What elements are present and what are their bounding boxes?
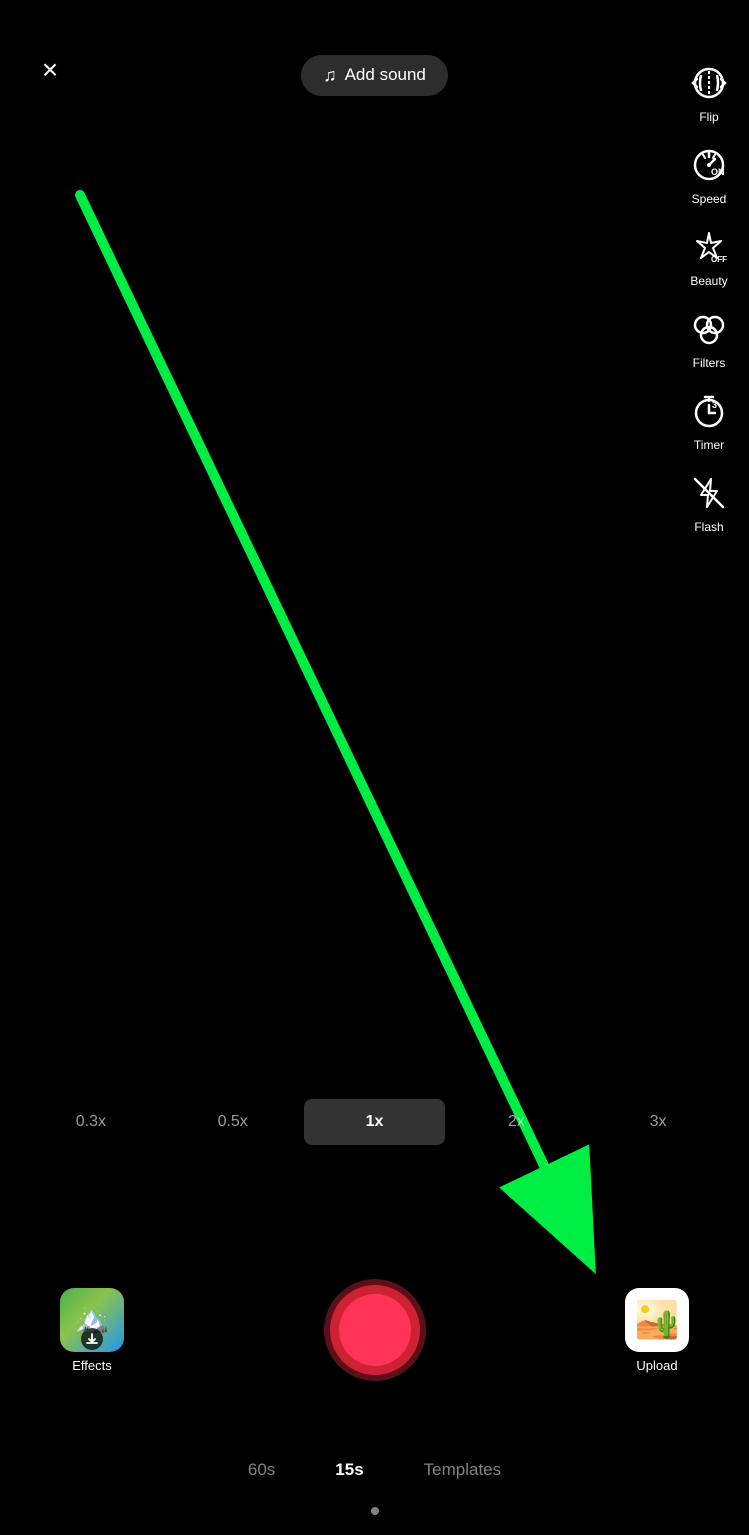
- filters-label: Filters: [693, 356, 726, 370]
- effects-button[interactable]: Effects: [60, 1288, 124, 1373]
- close-button[interactable]: ×: [30, 50, 70, 90]
- upload-label: Upload: [636, 1358, 677, 1373]
- add-sound-label: Add sound: [345, 65, 426, 85]
- speed-icon: ON: [686, 142, 732, 188]
- speed-label: Speed: [692, 192, 727, 206]
- flash-tool[interactable]: Flash: [679, 470, 739, 534]
- filters-icon: [686, 306, 732, 352]
- flip-tool[interactable]: Flip: [679, 60, 739, 124]
- timer-tool[interactable]: 3 Timer: [679, 388, 739, 452]
- filters-tool[interactable]: Filters: [679, 306, 739, 370]
- beauty-icon: OFF: [686, 224, 732, 270]
- add-sound-button[interactable]: ♫ Add sound: [301, 55, 448, 96]
- beauty-tool[interactable]: OFF Beauty: [679, 224, 739, 288]
- tab-60s[interactable]: 60s: [248, 1460, 275, 1480]
- beauty-label: Beauty: [690, 274, 727, 288]
- speed-3x[interactable]: 3x: [587, 1099, 729, 1145]
- flip-label: Flip: [699, 110, 718, 124]
- effects-label: Effects: [72, 1358, 112, 1373]
- music-icon: ♫: [323, 65, 337, 86]
- svg-text:ON: ON: [711, 167, 725, 177]
- bottom-indicator: [371, 1507, 379, 1515]
- flash-icon: [686, 470, 732, 516]
- speed-selector: 0.3x 0.5x 1x 2x 3x: [0, 1099, 749, 1145]
- record-button-inner: [339, 1294, 411, 1366]
- record-button[interactable]: [330, 1285, 420, 1375]
- effects-download-icon: [81, 1328, 103, 1350]
- bottom-controls: Effects 🏜️ Upload: [0, 1285, 749, 1375]
- tab-templates[interactable]: Templates: [424, 1460, 501, 1480]
- timer-label: Timer: [694, 438, 724, 452]
- effects-icon: [60, 1288, 124, 1352]
- speed-2x[interactable]: 2x: [445, 1099, 587, 1145]
- upload-icon: 🏜️: [625, 1288, 689, 1352]
- upload-button[interactable]: 🏜️ Upload: [625, 1288, 689, 1373]
- bottom-tabs: 60s 15s Templates: [0, 1460, 749, 1480]
- speed-tool[interactable]: ON Speed: [679, 142, 739, 206]
- svg-text:OFF: OFF: [711, 255, 727, 264]
- svg-text:3: 3: [712, 400, 717, 410]
- right-toolbar: Flip ON Speed OFF Beauty: [679, 60, 739, 534]
- speed-03x[interactable]: 0.3x: [20, 1099, 162, 1145]
- flip-icon: [686, 60, 732, 106]
- tab-15s[interactable]: 15s: [335, 1460, 363, 1480]
- speed-05x[interactable]: 0.5x: [162, 1099, 304, 1145]
- speed-1x[interactable]: 1x: [304, 1099, 446, 1145]
- flash-label: Flash: [694, 520, 723, 534]
- timer-icon: 3: [686, 388, 732, 434]
- top-bar: × ♫ Add sound: [0, 0, 749, 100]
